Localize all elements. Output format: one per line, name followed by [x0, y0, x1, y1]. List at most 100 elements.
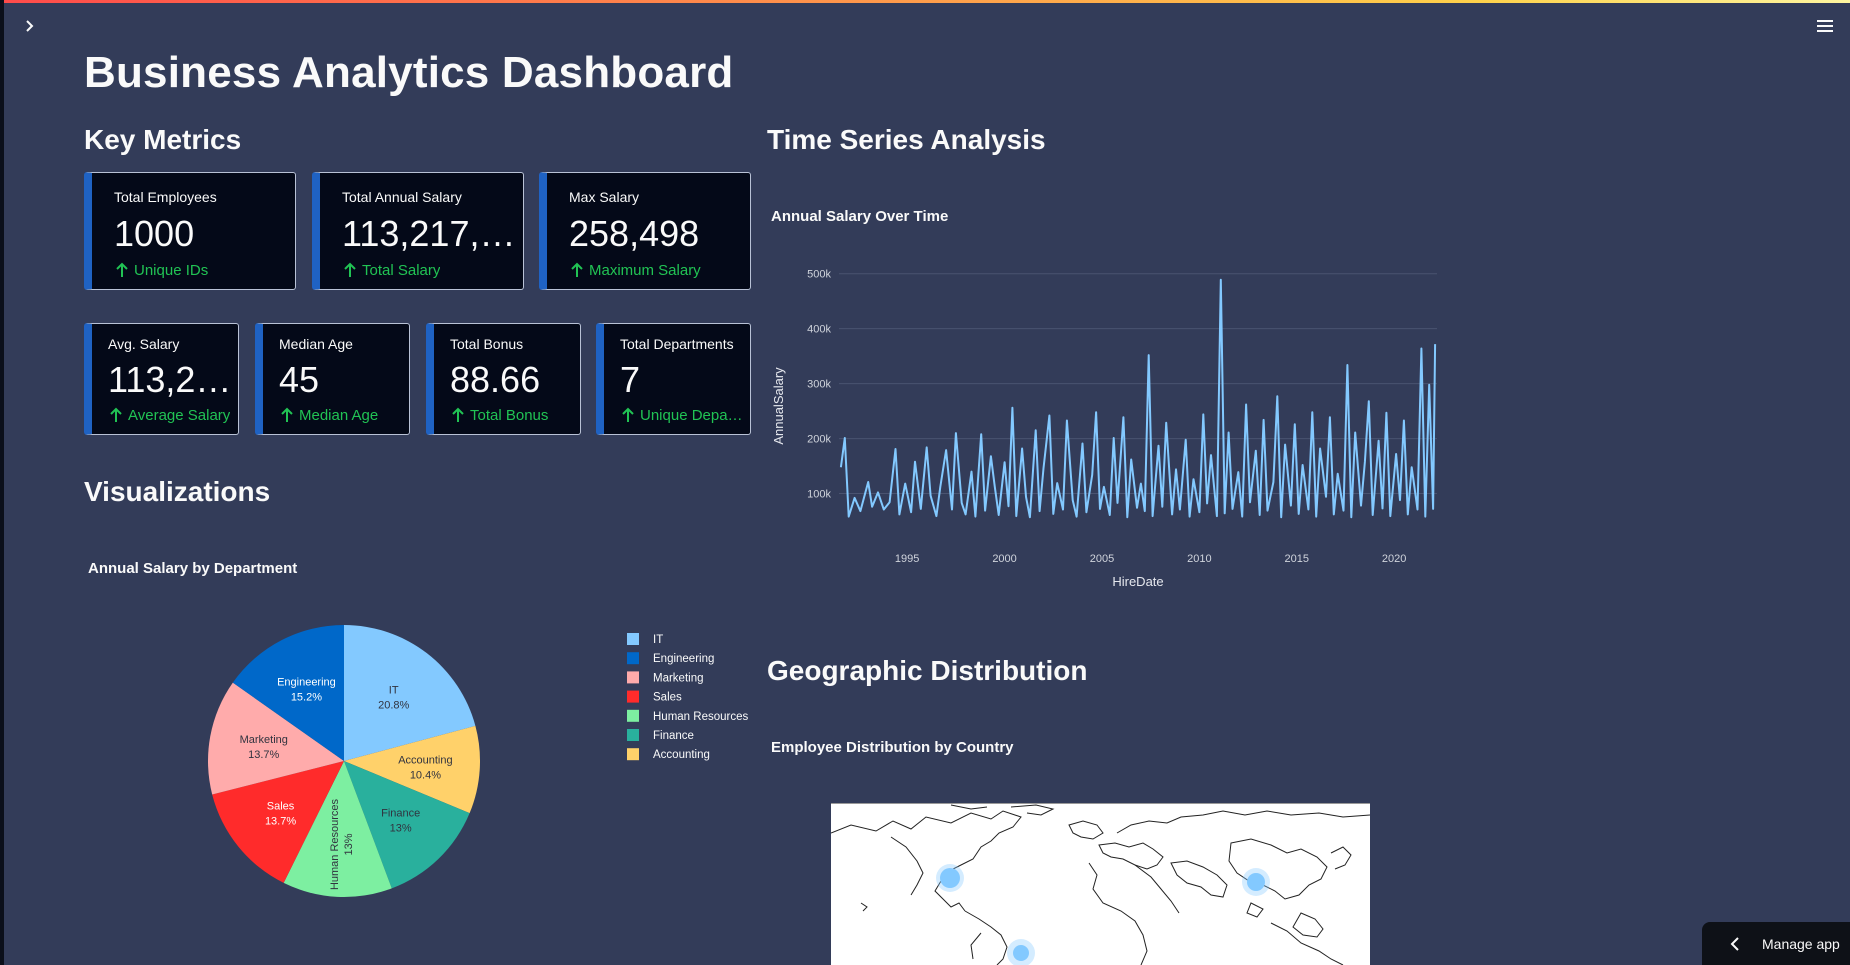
metric-value: 113,217,…	[342, 213, 516, 254]
metric-value: 113,2…	[108, 359, 232, 400]
arrow-up-icon	[571, 262, 583, 277]
pie-label-it-category: IT	[389, 684, 399, 696]
metric-value: 258,498	[569, 213, 700, 254]
arrow-up-icon	[110, 407, 122, 422]
legend-swatch-accounting[interactable]	[627, 748, 639, 761]
arrow-up-icon	[281, 407, 293, 422]
pie-label-percent: 13%	[343, 833, 355, 855]
metric-card-max-salary: Max Salary 258,498 Maximum Salary	[539, 172, 751, 290]
pie-label-sales-category: Sales	[267, 800, 295, 812]
metric-delta-label: Total Salary	[362, 261, 441, 279]
section-key-metrics: Key Metrics	[84, 124, 242, 155]
top-decoration-bar	[0, 0, 1850, 3]
legend-swatch-finance[interactable]	[627, 729, 639, 741]
metric-value: 45	[279, 359, 320, 400]
metric-delta-label: Maximum Salary	[589, 261, 701, 279]
metric-delta-label: Unique IDs	[134, 261, 209, 279]
pie-label-it-percent: 20.8%	[378, 699, 409, 711]
east-asia-marker[interactable]	[1242, 868, 1270, 896]
metric-card-total-bonus: Total Bonus 88.66 Total Bonus	[426, 323, 581, 435]
metric-label: Max Salary	[569, 189, 640, 205]
y-tick-label: 400k	[807, 324, 831, 336]
pie-label-accounting-percent: 10.4%	[410, 769, 441, 781]
legend-label-sales[interactable]: Sales	[653, 692, 682, 704]
manage-app-button[interactable]: Manage app	[1702, 922, 1850, 965]
metric-label: Avg. Salary	[108, 336, 180, 352]
pie-label-category: Human Resources	[329, 798, 341, 890]
metric-value: 88.66	[450, 359, 541, 400]
legend-swatch-it[interactable]	[627, 633, 639, 645]
chevron-left-icon	[1730, 936, 1739, 951]
legend-label-finance[interactable]: Finance	[653, 730, 694, 742]
manage-app-label: Manage app	[1762, 935, 1840, 952]
legend-swatch-human-resources[interactable]	[627, 709, 639, 722]
map-chart-title: Employee Distribution by Country	[771, 739, 1014, 756]
metric-delta: Median Age	[279, 406, 409, 424]
x-tick-label: 2015	[1285, 553, 1309, 565]
metric-delta: Unique Depa…	[620, 406, 750, 424]
legend-label-accounting[interactable]: Accounting	[653, 749, 710, 761]
section-geographic: Geographic Distribution	[767, 655, 1088, 686]
legend-label-it[interactable]: IT	[653, 634, 663, 646]
pie-label-engineering-category: Engineering	[277, 677, 336, 689]
arrow-up-icon	[452, 407, 464, 422]
x-tick-label: 2005	[1090, 553, 1114, 565]
legend-swatch-sales[interactable]	[627, 690, 639, 703]
pie-label-engineering-percent: 15.2%	[291, 692, 322, 704]
metric-delta: Maximum Salary	[569, 261, 750, 279]
pie-legend: IT Engineering Marketing Sales Human Resourc…	[627, 633, 748, 761]
metric-card-avg-salary: Avg. Salary 113,2… Average Salary	[84, 323, 239, 435]
legend-label-marketing[interactable]: Marketing	[653, 672, 704, 684]
metric-value: 7	[620, 359, 641, 400]
legend-swatch-marketing[interactable]	[627, 671, 639, 684]
world-map[interactable]	[831, 803, 1370, 965]
metric-card-total-employees: Total Employees 1000 Unique IDs	[84, 172, 296, 290]
metric-card-total-annual-salary: Total Annual Salary 113,217,… Total Sala…	[312, 172, 524, 290]
x-tick-label: 2000	[992, 553, 1016, 565]
metric-card-median-age: Median Age 45 Median Age	[255, 323, 410, 435]
metric-value: 1000	[114, 213, 195, 254]
pie-label-finance-percent: 13%	[390, 823, 412, 835]
metric-delta-label: Total Bonus	[470, 406, 549, 424]
y-axis-label: AnnualSalary	[771, 367, 786, 445]
metric-label: Total Annual Salary	[342, 189, 462, 205]
app-frame: Business Analytics Dashboard Key Metrics…	[0, 0, 1850, 965]
arrow-up-icon	[344, 262, 356, 277]
pie-label-marketing-percent: 13.7%	[248, 749, 279, 761]
metric-label: Total Employees	[114, 189, 217, 205]
y-tick-label: 200k	[807, 434, 831, 446]
main-menu-button[interactable]	[1814, 17, 1836, 37]
legend-label-engineering[interactable]: Engineering	[653, 653, 714, 665]
metric-delta: Total Bonus	[450, 406, 580, 424]
legend-swatch-engineering[interactable]	[627, 652, 639, 665]
metric-delta: Unique IDs	[114, 261, 295, 279]
arrow-up-icon	[116, 262, 128, 277]
metric-card-total-departments: Total Departments 7 Unique Depa…	[596, 323, 751, 435]
y-tick-label: 100k	[807, 489, 831, 501]
left-edge	[0, 0, 4, 965]
legend-label-human-resources[interactable]: Human Resources	[653, 711, 748, 723]
x-tick-label: 2010	[1187, 553, 1211, 565]
y-tick-label: 300k	[807, 379, 831, 391]
metric-delta-label: Median Age	[299, 406, 379, 424]
metric-delta: Average Salary	[108, 406, 238, 424]
pie-label-accounting-category: Accounting	[398, 754, 452, 766]
section-time-series: Time Series Analysis	[767, 124, 1046, 155]
section-visualizations: Visualizations	[84, 476, 271, 507]
line-chart: 100k 200k 300k 400k 500k 1995 2000 2005 2010 2015…	[771, 269, 1437, 589]
metric-delta-label: Unique Depa…	[640, 406, 743, 424]
pie-chart: IT20.8%Accounting10.4%Finance13%Human Re…	[208, 625, 748, 897]
x-tick-label: 2020	[1382, 553, 1406, 565]
hamburger-menu-icon	[1814, 20, 1836, 32]
sidebar-expand-button[interactable]	[20, 16, 40, 36]
metric-label: Total Departments	[620, 336, 734, 352]
arrow-up-icon	[622, 407, 634, 422]
pie-label-sales-percent: 13.7%	[265, 815, 296, 827]
salary-line-series[interactable]	[839, 278, 1437, 519]
north-america-marker[interactable]	[936, 864, 964, 892]
page-title: Business Analytics Dashboard	[84, 48, 734, 97]
metric-label: Total Bonus	[450, 336, 524, 352]
pie-label-marketing-category: Marketing	[240, 734, 288, 746]
x-tick-label: 1995	[895, 553, 919, 565]
pie-chart-title: Annual Salary by Department	[88, 560, 298, 577]
